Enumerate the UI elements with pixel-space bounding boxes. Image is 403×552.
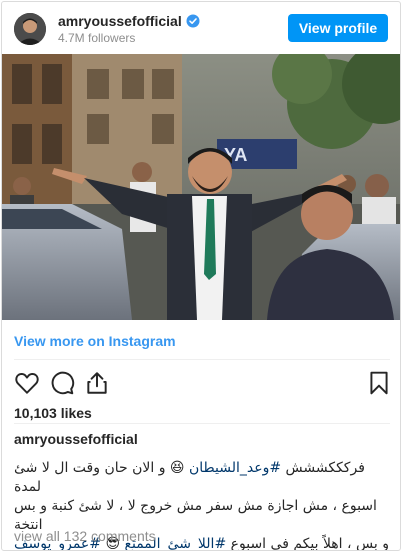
like-count[interactable]: 10,103 likes [14,405,92,421]
share-icon[interactable] [84,370,110,396]
username-row: amryoussefofficial [58,13,200,29]
instagram-embed-card: amryoussefofficial 4.7M followers View p… [1,1,401,551]
divider [14,359,390,360]
view-all-comments-link[interactable]: view all 132 comments [14,528,156,544]
caption-username[interactable]: amryoussefofficial [14,431,138,447]
divider [14,423,390,424]
view-more-link[interactable]: View more on Instagram [14,333,176,349]
caption-segment: و بس ، اهلاً بيكم في اسبوع [226,536,389,551]
hashtag[interactable]: #وعد_الشيطان [189,460,281,476]
caption-segment: فركككششش [281,460,365,476]
follower-count: 4.7M followers [58,31,136,45]
bookmark-icon[interactable] [366,370,392,396]
heart-icon[interactable] [14,370,40,396]
verified-badge-icon [186,14,200,28]
post-header: amryoussefofficial 4.7M followers View p… [2,2,400,54]
caption-line: فركككششش #وعد_الشيطان 😆 و الان حان وقت ا… [14,459,390,497]
avatar[interactable] [14,13,46,45]
action-bar [2,370,400,400]
post-photo[interactable]: YA [2,54,400,320]
caption-segment: 😆 و الان حان وقت ال لا شئ لمدة [14,460,189,495]
view-profile-button[interactable]: View profile [288,14,388,42]
username[interactable]: amryoussefofficial [58,13,182,29]
comment-icon[interactable] [49,370,75,396]
